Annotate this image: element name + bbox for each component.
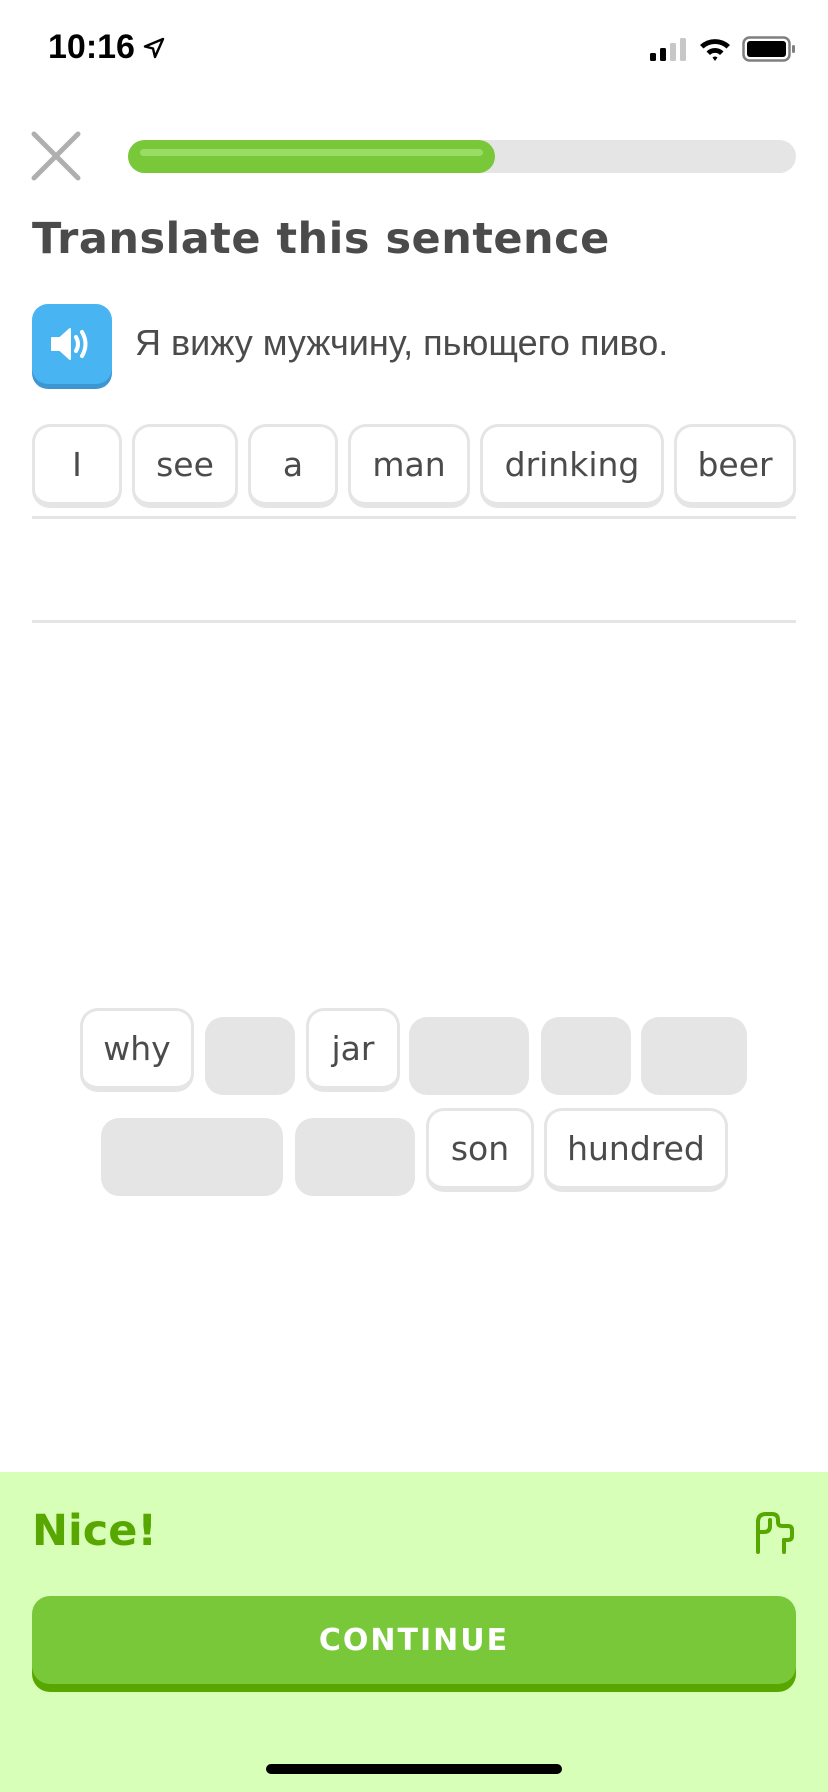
speaker-icon bbox=[51, 328, 88, 360]
word-bank-tile[interactable]: jar bbox=[306, 1008, 400, 1092]
answer-word-tile[interactable]: man bbox=[348, 424, 470, 508]
word-bank-empty-slot bbox=[641, 1017, 747, 1095]
answer-area: I see a man drinking beer bbox=[32, 424, 796, 508]
exercise-title: Translate this sentence bbox=[32, 214, 610, 264]
battery-icon bbox=[742, 36, 795, 62]
cellular-signal-icon bbox=[650, 38, 686, 61]
answer-word-tile[interactable]: see bbox=[132, 424, 238, 508]
status-time: 10:16 bbox=[48, 28, 165, 67]
answer-word-tile[interactable]: a bbox=[248, 424, 338, 508]
location-arrow-icon bbox=[143, 37, 165, 58]
flag-icon bbox=[756, 1512, 794, 1554]
lesson-progress-fill bbox=[128, 140, 496, 173]
answer-line-1 bbox=[32, 516, 796, 519]
status-icons bbox=[648, 36, 796, 62]
source-sentence: Я вижу мужчину, пьющего пиво. bbox=[135, 322, 669, 363]
continue-button[interactable]: CONTINUE bbox=[32, 1596, 796, 1684]
word-bank-tile[interactable]: son bbox=[426, 1108, 534, 1192]
lesson-progress-bar bbox=[128, 140, 796, 173]
word-bank-empty-slot bbox=[295, 1118, 415, 1196]
feedback-message: Nice! bbox=[32, 1506, 157, 1556]
word-bank-empty-slot bbox=[101, 1118, 283, 1196]
wifi-icon bbox=[700, 39, 730, 61]
status-time-text: 10:16 bbox=[48, 28, 135, 66]
word-bank-tile[interactable]: why bbox=[80, 1008, 194, 1092]
answer-word-tile[interactable]: I bbox=[32, 424, 122, 508]
word-bank-empty-slot bbox=[409, 1017, 529, 1095]
progress-highlight bbox=[140, 149, 484, 156]
answer-line-2 bbox=[32, 620, 796, 623]
home-indicator[interactable] bbox=[266, 1764, 562, 1774]
play-audio-button[interactable] bbox=[32, 304, 112, 384]
answer-word-tile[interactable]: drinking bbox=[480, 424, 664, 508]
close-button[interactable] bbox=[30, 130, 82, 182]
answer-word-tile[interactable]: beer bbox=[674, 424, 796, 508]
word-bank-empty-slot bbox=[205, 1017, 295, 1095]
word-bank-empty-slot bbox=[541, 1017, 631, 1095]
close-icon bbox=[31, 131, 81, 181]
word-bank-tile[interactable]: hundred bbox=[544, 1108, 728, 1192]
report-button[interactable] bbox=[748, 1508, 796, 1556]
